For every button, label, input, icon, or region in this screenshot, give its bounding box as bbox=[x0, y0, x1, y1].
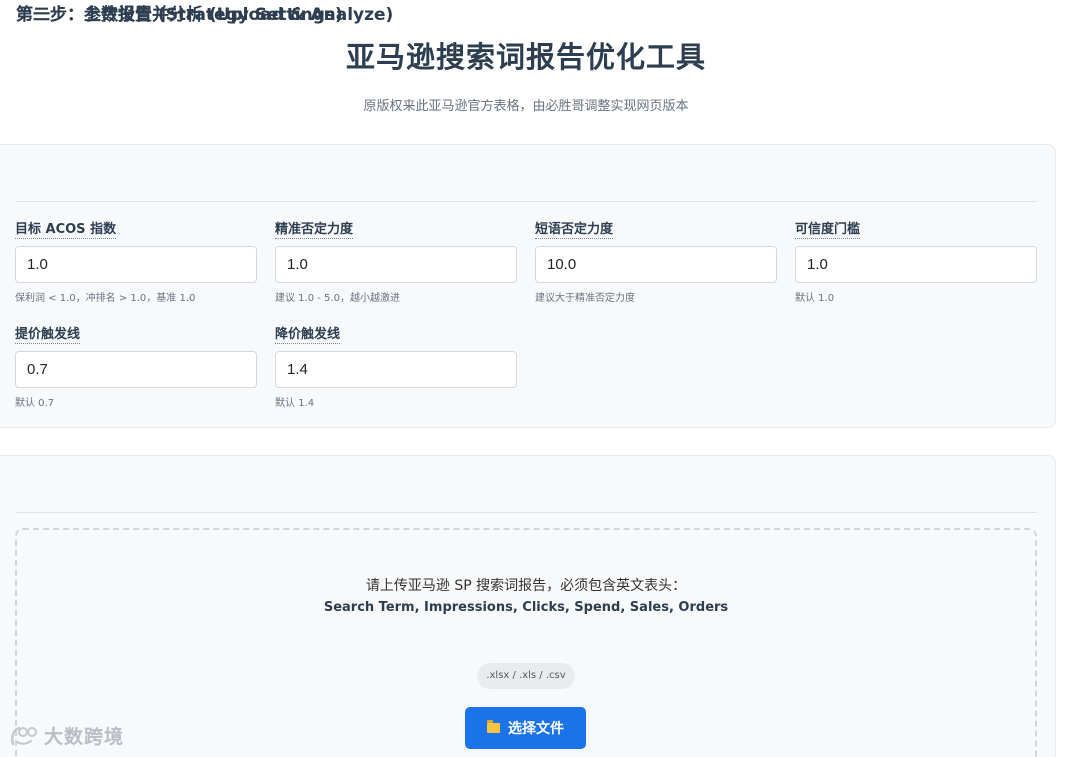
target-acos-input[interactable] bbox=[15, 246, 257, 283]
exact-negative-hint: 建议 1.0 - 5.0，越小越激进 bbox=[275, 293, 400, 304]
folder-icon bbox=[487, 720, 500, 733]
field-exact-negative: 精准否定力度 建议 1.0 - 5.0，越小越激进 bbox=[275, 218, 517, 304]
target-acos-hint: 保利润 < 1.0，冲排名 > 1.0，基准 1.0 bbox=[15, 293, 196, 304]
watermark: 大数跨境 bbox=[9, 722, 124, 749]
watermark-logo-icon bbox=[11, 726, 37, 745]
choose-file-button[interactable]: 选择文件 bbox=[465, 707, 586, 749]
field-target-acos: 目标 ACOS 指数 保利润 < 1.0，冲排名 > 1.0，基准 1.0 bbox=[15, 218, 257, 304]
page-title: 亚马逊搜索词报告优化工具 bbox=[345, 40, 706, 74]
target-acos-label: 目标 ACOS 指数 bbox=[15, 218, 117, 239]
confidence-threshold-input[interactable] bbox=[795, 246, 1037, 283]
phrase-negative-label: 短语否定力度 bbox=[535, 218, 614, 239]
phrase-negative-hint: 建议大于精准否定力度 bbox=[535, 293, 635, 304]
field-phrase-negative: 短语否定力度 建议大于精准否定力度 bbox=[535, 218, 777, 304]
lower-bid-trigger-input[interactable] bbox=[275, 351, 517, 388]
lower-bid-trigger-label: 降价触发线 bbox=[275, 323, 341, 344]
file-format-badge: .xlsx / .xls / .csv bbox=[477, 663, 575, 689]
step1-divider bbox=[16, 201, 1037, 202]
field-lower-bid-trigger: 降价触发线 默认 1.4 bbox=[275, 323, 517, 409]
upload-instruction: 请上传亚马逊 SP 搜索词报告，必须包含英文表头： bbox=[365, 578, 687, 594]
exact-negative-input[interactable] bbox=[275, 246, 517, 283]
phrase-negative-input[interactable] bbox=[535, 246, 777, 283]
exact-negative-label: 精准否定力度 bbox=[275, 218, 354, 239]
lower-bid-trigger-hint: 默认 1.4 bbox=[275, 398, 315, 409]
confidence-threshold-label: 可信度门槛 bbox=[795, 218, 861, 239]
raise-bid-trigger-label: 提价触发线 bbox=[15, 323, 81, 344]
step2-title: 第二步：上传报告并分析 (Upload & Analyze) bbox=[16, 5, 394, 25]
raise-bid-trigger-hint: 默认 0.7 bbox=[15, 398, 55, 409]
confidence-threshold-hint: 默认 1.0 bbox=[795, 293, 835, 304]
raise-bid-trigger-input[interactable] bbox=[15, 351, 257, 388]
step2-divider bbox=[16, 512, 1037, 513]
field-raise-bid-trigger: 提价触发线 默认 0.7 bbox=[15, 323, 257, 409]
page-subtitle: 原版权来此亚马逊官方表格，由必胜哥调整实现网页版本 bbox=[363, 99, 689, 114]
watermark-text: 大数跨境 bbox=[44, 726, 125, 748]
required-headers: Search Term, Impressions, Clicks, Spend,… bbox=[323, 600, 729, 615]
choose-file-label: 选择文件 bbox=[508, 721, 564, 737]
field-confidence-threshold: 可信度门槛 默认 1.0 bbox=[795, 218, 1037, 304]
